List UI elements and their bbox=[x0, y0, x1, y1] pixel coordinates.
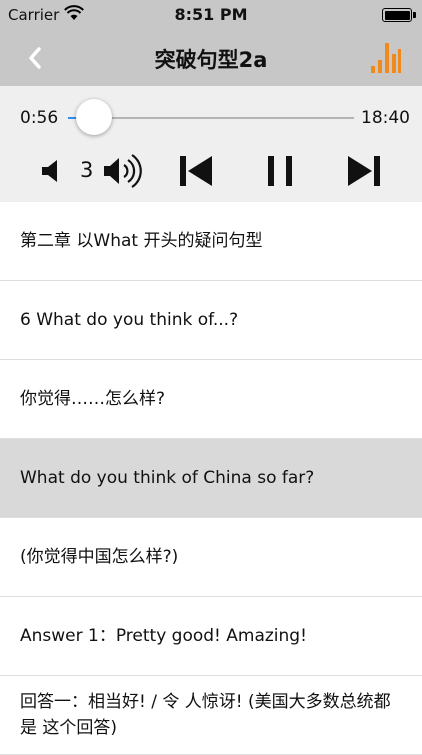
list-item[interactable]: 第二章 以What 开头的疑问句型 bbox=[0, 202, 422, 281]
volume-down-icon[interactable] bbox=[40, 158, 62, 184]
audio-player: 0:56 18:40 3 bbox=[0, 86, 422, 202]
list-item-text: 6 What do you think of...? bbox=[20, 310, 239, 330]
list-item-text: 第二章 以What 开头的疑问句型 bbox=[20, 231, 263, 251]
list-item-text: Answer 1：Pretty good! Amazing! bbox=[20, 626, 307, 646]
skip-previous-icon[interactable] bbox=[178, 154, 214, 188]
progress-knob[interactable] bbox=[76, 99, 113, 135]
list-item-text: 你觉得……怎么样? bbox=[20, 389, 166, 409]
list-item-text: 回答一：相当好! / 令 人惊讶! (美国大多数总统都是 这个回答) bbox=[20, 692, 391, 738]
current-time: 0:56 bbox=[20, 108, 59, 128]
volume-up-icon[interactable] bbox=[103, 154, 143, 188]
sentence-list: 第二章 以What 开头的疑问句型 6 What do you think of… bbox=[0, 202, 422, 755]
list-item-text: What do you think of China so far? bbox=[20, 468, 315, 488]
nav-bar: 突破句型2a bbox=[0, 30, 422, 86]
list-item[interactable]: What do you think of China so far? bbox=[0, 439, 422, 518]
list-item[interactable]: Answer 1：Pretty good! Amazing! bbox=[0, 597, 422, 676]
pause-icon[interactable] bbox=[266, 154, 294, 188]
list-item[interactable]: (你觉得中国怎么样?) bbox=[0, 518, 422, 597]
battery-icon bbox=[382, 8, 416, 22]
page-title: 突破句型2a bbox=[154, 48, 268, 72]
list-item[interactable]: 6 What do you think of...? bbox=[0, 281, 422, 360]
status-time: 8:51 PM bbox=[174, 5, 248, 24]
total-time: 18:40 bbox=[361, 108, 410, 128]
status-bar: Carrier 8:51 PM bbox=[0, 0, 422, 30]
equalizer-icon[interactable] bbox=[370, 40, 402, 74]
volume-level: 3 bbox=[80, 158, 94, 182]
skip-next-icon[interactable] bbox=[346, 154, 382, 188]
list-item[interactable]: 回答一：相当好! / 令 人惊讶! (美国大多数总统都是 这个回答) bbox=[0, 676, 422, 755]
list-item-text: (你觉得中国怎么样?) bbox=[20, 547, 179, 567]
list-item[interactable]: 你觉得……怎么样? bbox=[0, 360, 422, 439]
